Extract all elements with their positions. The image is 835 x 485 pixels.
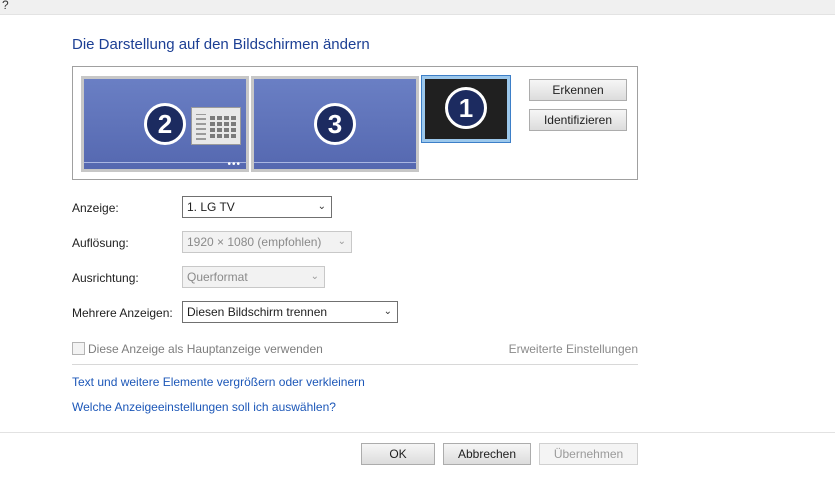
resolution-select: 1920 × 1080 (empfohlen) ⌄ <box>182 231 352 253</box>
page-title: Die Darstellung auf den Bildschirmen änd… <box>72 36 370 53</box>
orientation-select: Querformat ⌄ <box>182 266 325 288</box>
detect-button[interactable]: Erkennen <box>529 79 627 101</box>
multiple-displays-select[interactable]: Diesen Bildschirm trennen ⌄ <box>182 301 398 323</box>
chevron-down-icon: ⌄ <box>317 201 326 212</box>
chevron-down-icon: ⌄ <box>383 306 392 317</box>
display-select-value: 1. LG TV <box>187 200 235 214</box>
main-display-checkbox <box>72 342 85 355</box>
title-bar: ? <box>0 0 835 15</box>
resolution-select-value: 1920 × 1080 (empfohlen) <box>187 235 322 249</box>
resolution-label: Auflösung: <box>72 236 129 250</box>
apply-button: Übernehmen <box>539 443 638 465</box>
main-display-checkbox-row: Diese Anzeige als Hauptanzeige verwenden <box>72 342 323 356</box>
monitor-number-2: 2 <box>144 103 186 145</box>
chevron-down-icon: ⌄ <box>310 271 319 282</box>
multiple-displays-label: Mehrere Anzeigen: <box>72 306 173 320</box>
chevron-down-icon: ⌄ <box>337 236 346 247</box>
orientation-select-value: Querformat <box>187 270 248 284</box>
monitor-number-3: 3 <box>314 103 356 145</box>
taskbar-line <box>254 162 416 163</box>
cancel-button[interactable]: Abbrechen <box>443 443 531 465</box>
multiple-displays-select-value: Diesen Bildschirm trennen <box>187 305 328 319</box>
monitor-1[interactable]: 1 <box>421 75 511 143</box>
display-label: Anzeige: <box>72 201 119 215</box>
monitor-2[interactable]: 2 ••• <box>81 76 249 172</box>
identify-button[interactable]: Identifizieren <box>529 109 627 131</box>
ok-button[interactable]: OK <box>361 443 435 465</box>
orientation-label: Ausrichtung: <box>72 271 139 285</box>
advanced-settings-link[interactable]: Erweiterte Einstellungen <box>509 342 638 356</box>
keypad-icon <box>191 107 241 145</box>
main-display-checkbox-label: Diese Anzeige als Hauptanzeige verwenden <box>88 342 323 356</box>
divider <box>72 364 638 365</box>
monitor-3[interactable]: 3 <box>251 76 419 172</box>
footer-divider <box>0 432 835 433</box>
monitor-number-1: 1 <box>445 87 487 129</box>
more-dots-icon: ••• <box>227 159 241 170</box>
help-mark[interactable]: ? <box>2 0 9 12</box>
which-settings-link[interactable]: Welche Anzeigeeinstellungen soll ich aus… <box>72 400 336 414</box>
text-size-link[interactable]: Text und weitere Elemente vergrößern ode… <box>72 375 365 389</box>
monitor-arrangement-panel: 2 ••• 3 1 Erkennen Identifizieren <box>72 66 638 180</box>
display-select[interactable]: 1. LG TV ⌄ <box>182 196 332 218</box>
taskbar-line <box>84 162 246 163</box>
